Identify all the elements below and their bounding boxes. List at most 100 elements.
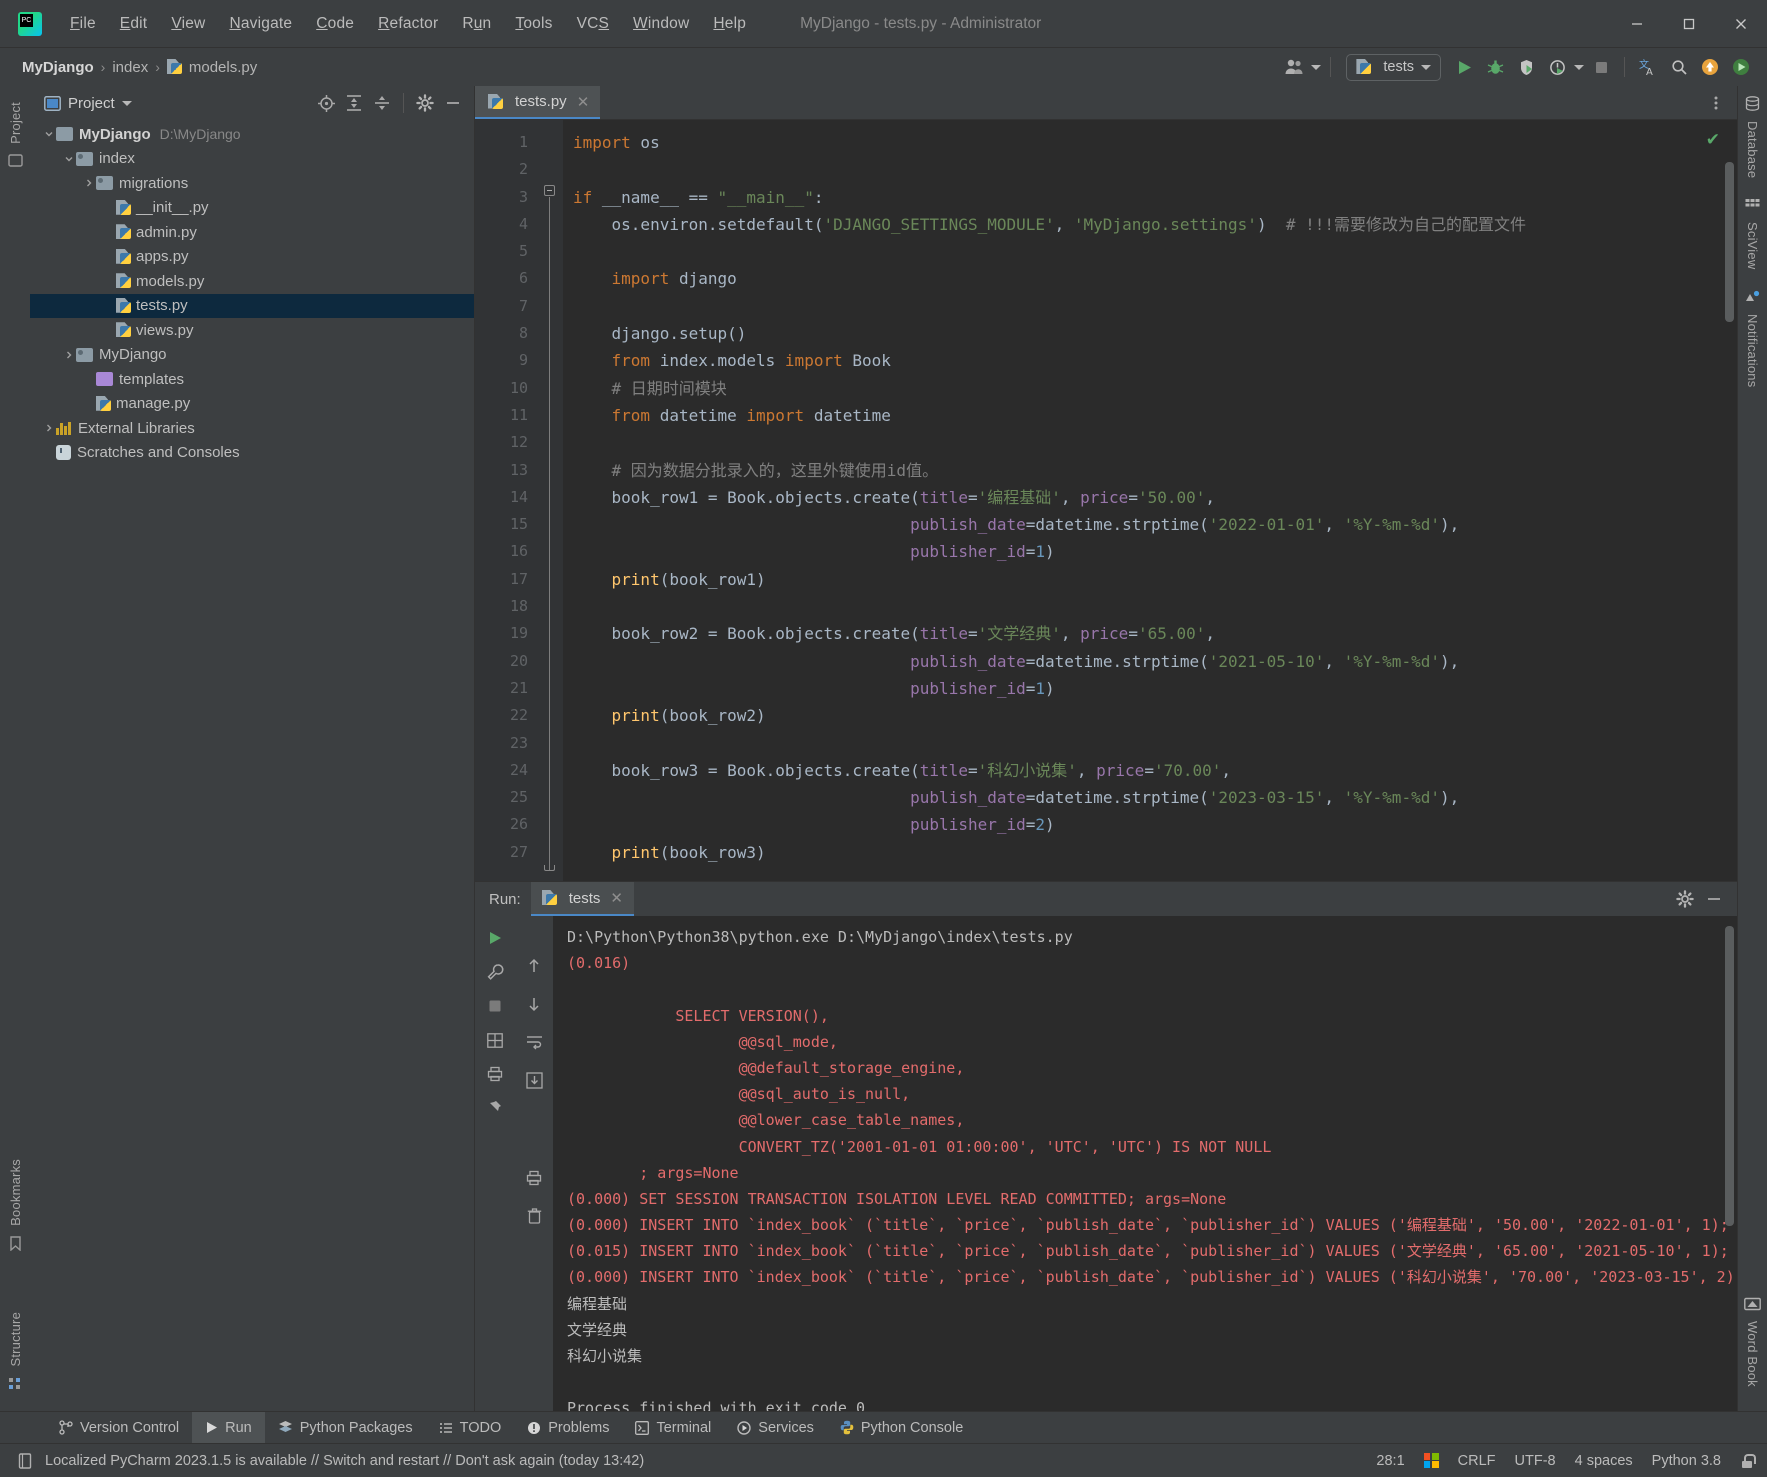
trash-icon[interactable]: [520, 1202, 548, 1230]
breadcrumb-project[interactable]: MyDjango: [22, 59, 94, 76]
line-number[interactable]: 1: [475, 129, 537, 156]
profile-icon[interactable]: [1280, 53, 1308, 81]
chevron-down-icon[interactable]: [42, 129, 56, 139]
scroll-up-icon[interactable]: [520, 952, 548, 980]
breadcrumb-file[interactable]: models.py: [189, 59, 257, 76]
tool-window-button-run[interactable]: Run: [192, 1412, 265, 1443]
maximize-button[interactable]: [1663, 0, 1715, 48]
code-line[interactable]: publisher_id=1): [563, 675, 1737, 702]
menu-code[interactable]: Code: [304, 11, 366, 37]
code-line[interactable]: book_row2 = Book.objects.create(title='文…: [563, 620, 1737, 647]
menu-refactor[interactable]: Refactor: [366, 11, 450, 37]
line-number[interactable]: 15: [475, 511, 537, 538]
tree-item-apps-py[interactable]: apps.py: [30, 245, 474, 270]
line-number[interactable]: 9: [475, 347, 537, 374]
notification-log-icon[interactable]: [18, 1452, 33, 1469]
update-icon[interactable]: [1696, 53, 1724, 81]
stop-run-icon[interactable]: [481, 992, 509, 1020]
code-line[interactable]: [563, 238, 1737, 265]
tree-item-tests-py[interactable]: tests.py: [30, 293, 474, 318]
menu-run[interactable]: Run: [450, 11, 503, 37]
line-number[interactable]: 3: [475, 184, 554, 211]
more-options-icon[interactable]: [1703, 90, 1729, 116]
code-editor[interactable]: 1 2 3 4 5 6 7 8 9 10 11 12 13 14 15 16 17 18 19 20 21 22 23 24 2…: [475, 120, 1737, 881]
line-number[interactable]: 17: [475, 566, 537, 593]
code-line[interactable]: import django: [563, 265, 1737, 292]
print-output-icon[interactable]: [520, 1164, 548, 1192]
code-line[interactable]: [563, 730, 1737, 757]
code-line[interactable]: publish_date=datetime.strptime('2022-01-…: [563, 511, 1737, 538]
tool-button-bookmarks[interactable]: Bookmarks: [8, 1153, 23, 1232]
chevron-right-icon[interactable]: [42, 423, 56, 433]
console-output[interactable]: D:\Python\Python38\python.exe D:\MyDjang…: [553, 916, 1737, 1411]
menu-vcs[interactable]: VCS: [565, 11, 621, 37]
tool-button-notifications[interactable]: Notifications: [1745, 308, 1760, 393]
lock-icon[interactable]: [1740, 1453, 1756, 1468]
tool-window-button-python-console[interactable]: Python Console: [827, 1412, 976, 1443]
line-number[interactable]: 2: [475, 156, 537, 183]
tree-item-mydjango[interactable]: MyDjango D:\MyDjango: [30, 122, 474, 147]
tree-item-views-py[interactable]: views.py: [30, 318, 474, 343]
code-line[interactable]: # 日期时间模块: [563, 375, 1737, 402]
menu-view[interactable]: View: [159, 11, 217, 37]
scroll-from-source-icon[interactable]: [313, 90, 339, 116]
status-message[interactable]: Localized PyCharm 2023.1.5 is available …: [45, 1453, 644, 1469]
code-line[interactable]: from datetime import datetime: [563, 402, 1737, 429]
inspection-status-icon[interactable]: ✔: [1706, 130, 1720, 150]
file-encoding[interactable]: UTF-8: [1515, 1453, 1556, 1469]
hide-panel-icon[interactable]: [440, 90, 466, 116]
line-number[interactable]: 5: [475, 238, 537, 265]
line-number[interactable]: 25: [475, 784, 537, 811]
code-line[interactable]: [563, 293, 1737, 320]
tool-button-database[interactable]: Database: [1745, 115, 1760, 184]
profiler-icon[interactable]: [1543, 53, 1571, 81]
expand-all-icon[interactable]: [341, 90, 367, 116]
print-icon[interactable]: [481, 1060, 509, 1088]
line-number[interactable]: 23: [475, 730, 537, 757]
menu-navigate[interactable]: Navigate: [217, 11, 304, 37]
code-line[interactable]: [563, 156, 1737, 183]
tool-button-structure[interactable]: Structure: [8, 1306, 23, 1373]
run-settings-gear-icon[interactable]: [1672, 886, 1698, 912]
profiler-dropdown-caret-icon[interactable]: [1574, 64, 1584, 70]
debug-icon[interactable]: [1481, 53, 1509, 81]
tree-item-manage-py[interactable]: manage.py: [30, 392, 474, 417]
scroll-to-end-icon[interactable]: [520, 1066, 548, 1094]
close-icon[interactable]: ✕: [577, 93, 590, 111]
code-line[interactable]: book_row3 = Book.objects.create(title='科…: [563, 757, 1737, 784]
project-tree[interactable]: MyDjango D:\MyDjango index migrations __init…: [30, 120, 474, 1411]
line-number[interactable]: 22: [475, 702, 537, 729]
tree-item-index[interactable]: index: [30, 147, 474, 172]
run-configuration-selector[interactable]: tests: [1346, 53, 1441, 81]
editor-fold-column[interactable]: [537, 120, 563, 881]
run-tab-tests[interactable]: tests ✕: [530, 882, 634, 916]
line-number[interactable]: 7: [475, 293, 537, 320]
tree-item-admin-py[interactable]: admin.py: [30, 220, 474, 245]
line-number[interactable]: 24: [475, 757, 537, 784]
code-line[interactable]: django.setup(): [563, 320, 1737, 347]
code-line[interactable]: [563, 429, 1737, 456]
line-number[interactable]: 14: [475, 484, 537, 511]
line-number[interactable]: 19: [475, 620, 537, 647]
hide-run-panel-icon[interactable]: [1701, 886, 1727, 912]
line-separator[interactable]: CRLF: [1458, 1453, 1496, 1469]
tool-button-sciview[interactable]: SciView: [1745, 216, 1760, 275]
line-number[interactable]: 26: [475, 811, 537, 838]
python-interpreter[interactable]: Python 3.8: [1652, 1453, 1721, 1469]
scroll-down-icon[interactable]: [520, 990, 548, 1018]
fold-marker-icon[interactable]: [544, 185, 555, 196]
tool-window-button-services[interactable]: Services: [724, 1412, 827, 1443]
tree-item-external-libraries[interactable]: External Libraries: [30, 416, 474, 441]
chevron-right-icon[interactable]: [62, 350, 76, 360]
tree-item-mydjango[interactable]: MyDjango: [30, 343, 474, 368]
line-number[interactable]: 11: [475, 402, 537, 429]
code-line[interactable]: if __name__ == "__main__":: [563, 184, 1737, 211]
code-line[interactable]: publisher_id=1): [563, 538, 1737, 565]
menu-file[interactable]: File: [58, 11, 108, 37]
line-number[interactable]: 20: [475, 648, 537, 675]
console-scrollbar[interactable]: [1725, 926, 1734, 1226]
menu-window[interactable]: Window: [621, 11, 701, 37]
tool-window-button-version-control[interactable]: Version Control: [46, 1412, 192, 1443]
line-number[interactable]: 4: [475, 211, 537, 238]
translate-icon[interactable]: 文 A: [1634, 53, 1662, 81]
